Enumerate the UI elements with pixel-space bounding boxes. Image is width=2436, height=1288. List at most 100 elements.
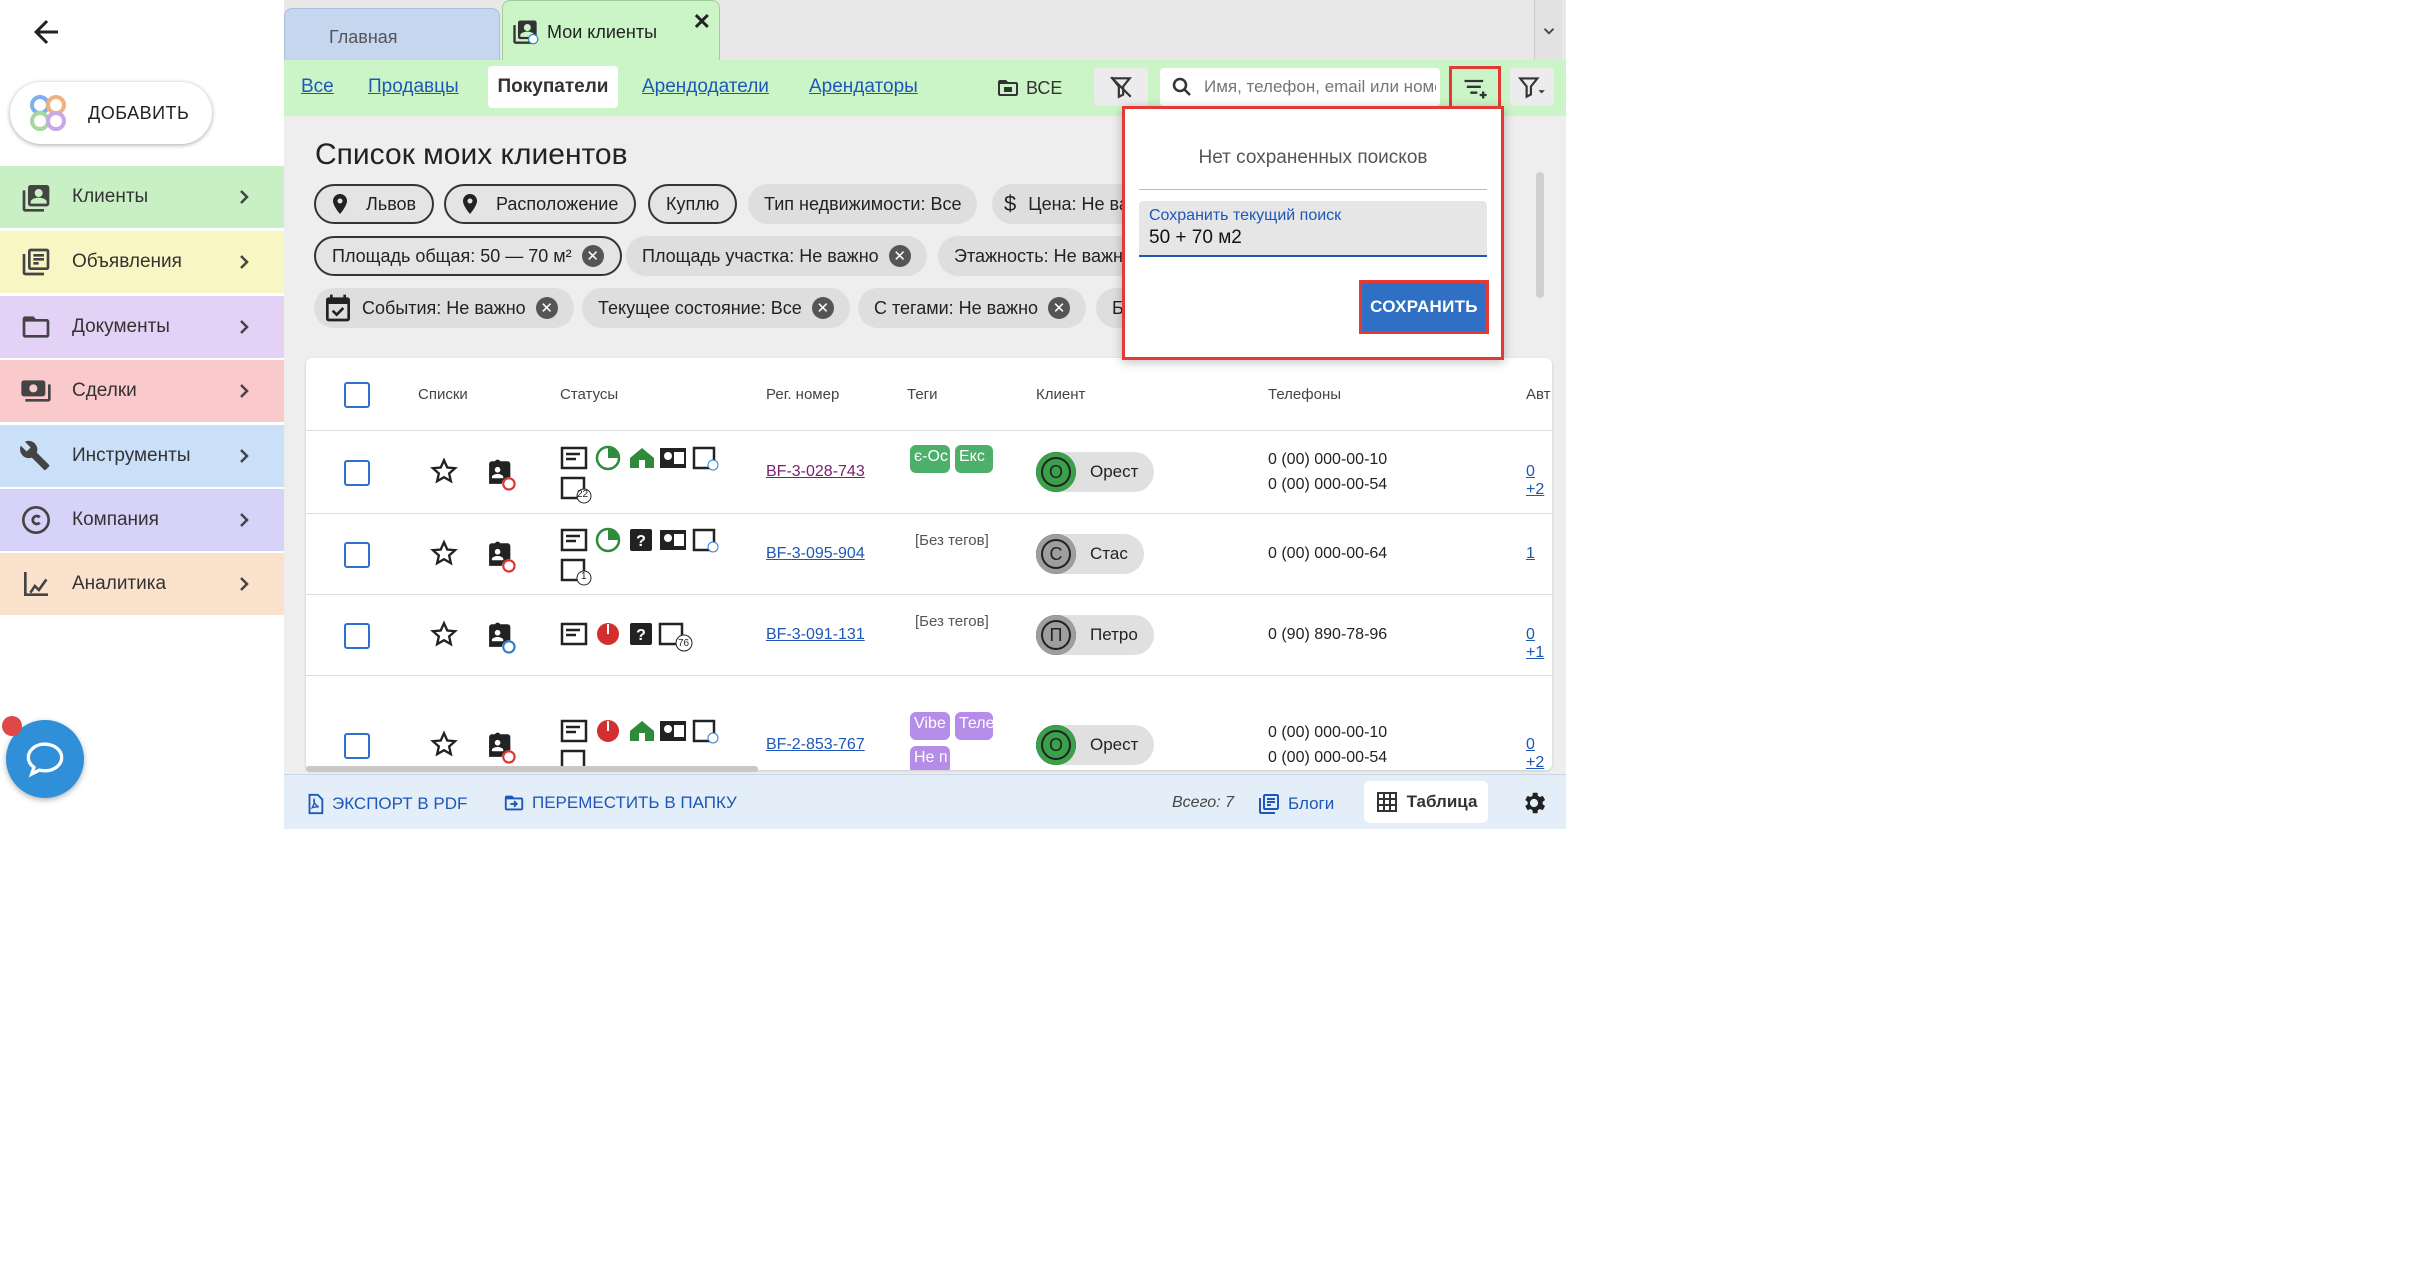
add-button[interactable]: ДОБАВИТЬ — [10, 82, 212, 144]
chip-label: Площадь общая: 50 — 70 м² — [332, 245, 572, 266]
tab-my-clients[interactable]: Мои клиенты ✕ — [502, 0, 720, 62]
search-input[interactable] — [1204, 77, 1436, 97]
chip-events[interactable]: События: Не важно ✕ — [314, 288, 574, 328]
last-column-link[interactable]: 0 +2 — [1526, 736, 1552, 770]
chip-remove-icon[interactable]: ✕ — [535, 297, 558, 319]
client-chip[interactable]: С Стас — [1036, 534, 1144, 574]
phone-number[interactable]: 0 (00) 000-00-54 — [1268, 745, 1387, 770]
chip-floors[interactable]: Этажность: Не важно — [938, 236, 1122, 276]
close-icon[interactable]: ✕ — [693, 9, 711, 35]
move-to-folder-button[interactable]: ПЕРЕМЕСТИТЬ В ПАПКУ — [502, 792, 737, 814]
phone-number[interactable]: 0 (00) 000-00-64 — [1268, 541, 1387, 566]
chip-tags[interactable]: С тегами: Не важно ✕ — [858, 288, 1087, 328]
filter-tab-landlords[interactable]: Арендодатели — [642, 76, 769, 98]
chip-remove-icon[interactable]: ✕ — [888, 245, 911, 267]
phone-number[interactable]: 0 (90) 890-78-96 — [1268, 622, 1387, 647]
sidebar-item-documents[interactable]: Документы — [0, 296, 284, 358]
sidebar-item-analytics[interactable]: Аналитика — [0, 553, 284, 615]
phone-number[interactable]: 0 (00) 000-00-10 — [1268, 720, 1387, 745]
sidebar-item-listings[interactable]: Объявления — [0, 231, 284, 293]
view-table-button[interactable]: Таблица — [1364, 781, 1488, 823]
sidebar-item-company[interactable]: Компания — [0, 489, 284, 551]
search-box[interactable] — [1160, 68, 1440, 106]
horizontal-scrollbar[interactable] — [306, 766, 758, 772]
clear-filter-button[interactable] — [1094, 68, 1148, 106]
filter-tab-buyers[interactable]: Покупатели — [488, 66, 618, 108]
row-checkbox[interactable] — [344, 460, 370, 486]
save-search-submit-button[interactable]: СОХРАНИТЬ — [1359, 280, 1489, 334]
chip-more[interactable]: Б — [1096, 288, 1122, 328]
chip-remove-icon[interactable]: ✕ — [811, 297, 834, 319]
tag-badge[interactable]: Vibe — [910, 712, 950, 740]
column-header-tags[interactable]: Теги — [907, 386, 938, 403]
client-card-icon[interactable] — [482, 539, 516, 573]
chip-current-state[interactable]: Текущее состояние: Все ✕ — [582, 288, 850, 328]
table-row[interactable]: 22 BF-3-028-743 є-Ос Екс О Орест 0 (00) … — [306, 430, 1552, 512]
client-chip[interactable]: О Орест — [1036, 725, 1155, 765]
phone-number[interactable]: 0 (00) 000-00-54 — [1268, 472, 1387, 497]
tag-badge[interactable]: Не п — [910, 746, 950, 770]
chip-property-type[interactable]: Тип недвижимости: Все — [748, 184, 978, 224]
export-pdf-button[interactable]: ЭКСПОРТ В PDF — [304, 792, 467, 816]
last-column-link[interactable]: 0 +1 — [1526, 626, 1552, 662]
sidebar-item-deals[interactable]: Сделки — [0, 360, 284, 422]
row-checkbox[interactable] — [344, 623, 370, 649]
chip-remove-icon[interactable]: ✕ — [581, 245, 604, 267]
reg-number-link[interactable]: BF-2-853-767 — [766, 736, 865, 754]
chip-price[interactable]: $ Цена: Не важно — [992, 184, 1122, 224]
save-search-name-field[interactable]: Сохранить текущий поиск 50 + 70 м2 — [1139, 201, 1487, 257]
star-icon[interactable] — [430, 620, 458, 648]
tag-badge[interactable]: Теле — [955, 712, 993, 740]
save-search-field-value[interactable]: 50 + 70 м2 — [1149, 227, 1487, 249]
column-header-last[interactable]: Авт — [1526, 386, 1551, 403]
column-header-client[interactable]: Клиент — [1036, 386, 1085, 403]
column-header-reg[interactable]: Рег. номер — [766, 386, 839, 403]
column-header-phones[interactable]: Телефоны — [1268, 386, 1341, 403]
chip-remove-icon[interactable]: ✕ — [1048, 297, 1071, 319]
table-row[interactable]: BF-2-853-767 Vibe Теле Не п О Орест 0 (0… — [306, 675, 1552, 770]
last-column-link[interactable]: 1 — [1526, 545, 1535, 563]
filter-tab-all[interactable]: Все — [301, 76, 334, 98]
settings-gear-icon[interactable] — [1520, 789, 1548, 817]
chip-deal-type[interactable]: Куплю — [648, 184, 738, 224]
client-card-icon[interactable] — [482, 620, 516, 654]
tab-home[interactable]: Главная — [284, 8, 500, 60]
chip-area-plot[interactable]: Площадь участка: Не важно ✕ — [626, 236, 927, 276]
tag-badge[interactable]: є-Ос — [910, 445, 950, 473]
reg-number-link[interactable]: BF-3-028-743 — [766, 463, 865, 481]
filter-tab-tenants[interactable]: Арендаторы — [809, 76, 918, 98]
sidebar-item-tools[interactable]: Инструменты — [0, 425, 284, 487]
save-search-button[interactable] — [1449, 66, 1501, 110]
star-icon[interactable] — [430, 539, 458, 567]
row-checkbox[interactable] — [344, 542, 370, 568]
star-icon[interactable] — [430, 457, 458, 485]
column-header-lists[interactable]: Списки — [418, 386, 468, 403]
back-button[interactable] — [28, 14, 64, 50]
filter-tab-sellers[interactable]: Продавцы — [368, 76, 459, 98]
reg-number-link[interactable]: BF-3-095-904 — [766, 545, 865, 563]
reg-number-link[interactable]: BF-3-091-131 — [766, 626, 865, 644]
star-icon[interactable] — [430, 730, 458, 758]
table-row[interactable]: ? 76 BF-3-091-131 [Без тегов] П Петро 0 … — [306, 594, 1552, 675]
client-card-icon[interactable] — [482, 457, 516, 491]
client-chip[interactable]: О Орест — [1036, 452, 1155, 492]
client-card-icon[interactable] — [482, 730, 516, 764]
last-column-link[interactable]: 0 +2 — [1526, 463, 1552, 499]
client-name: Орест — [1090, 462, 1139, 481]
view-blogs-button[interactable]: Блоги — [1256, 792, 1334, 816]
client-chip[interactable]: П Петро — [1036, 615, 1154, 655]
phone-number[interactable]: 0 (00) 000-00-10 — [1268, 447, 1387, 472]
chip-city[interactable]: Львов — [314, 184, 435, 224]
chip-location[interactable]: Расположение — [444, 184, 637, 224]
column-header-statuses[interactable]: Статусы — [560, 386, 618, 403]
folder-filter-all[interactable]: ВСЕ — [996, 76, 1062, 100]
sidebar-item-clients[interactable]: Клиенты — [0, 166, 284, 228]
row-checkbox[interactable] — [344, 733, 370, 759]
tag-badge[interactable]: Екс — [955, 445, 993, 473]
filter-menu-button[interactable] — [1510, 68, 1554, 106]
tabs-dropdown-button[interactable] — [1534, 0, 1562, 62]
vertical-scrollbar[interactable] — [1536, 172, 1544, 298]
select-all-checkbox[interactable] — [344, 382, 370, 408]
chip-area-total[interactable]: Площадь общая: 50 — 70 м² ✕ — [314, 236, 622, 276]
table-row[interactable]: ? 1 BF-3-095-904 [Без тегов] С Стас 0 (0… — [306, 513, 1552, 594]
